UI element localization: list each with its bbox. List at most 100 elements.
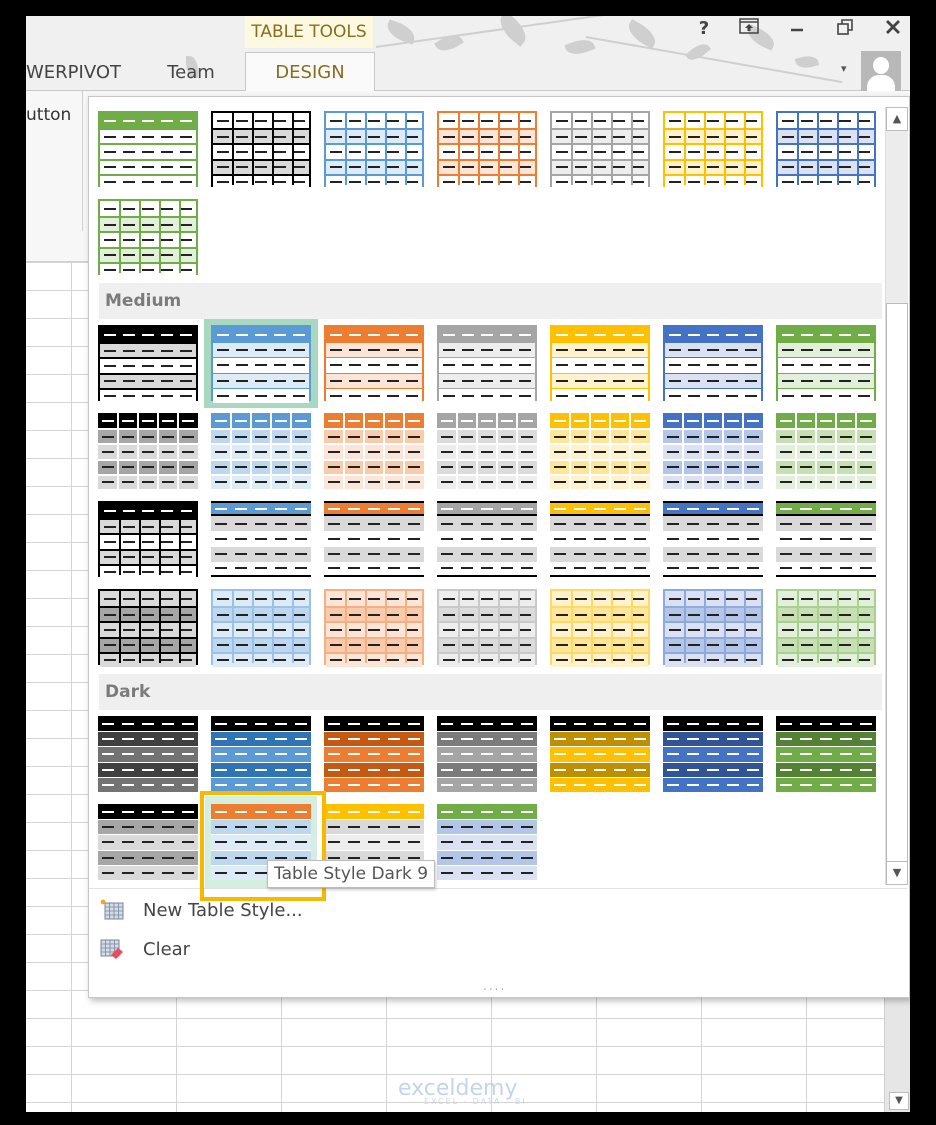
table-style-medium-12[interactable] xyxy=(550,413,650,489)
swatch-column-line xyxy=(611,113,613,185)
table-style-light-18[interactable] xyxy=(437,111,537,189)
swatch-dash xyxy=(555,119,568,122)
swatch-dash xyxy=(388,419,400,422)
gallery-scroll-thumb[interactable] xyxy=(886,303,908,865)
swatch-dash xyxy=(554,450,566,453)
table-style-dark-1[interactable] xyxy=(98,716,198,792)
table-style-medium-1[interactable] xyxy=(98,325,198,403)
swatch-dash xyxy=(295,522,307,525)
table-style-dark-6[interactable] xyxy=(663,716,763,792)
swatch-dash xyxy=(574,753,586,756)
table-style-light-19[interactable] xyxy=(550,111,650,189)
table-style-medium-8[interactable] xyxy=(98,413,198,489)
ribbon-partial-button-label[interactable]: utton xyxy=(26,105,71,125)
table-style-light-15[interactable] xyxy=(98,111,198,189)
swatch-dash xyxy=(745,119,758,122)
table-style-medium-6[interactable] xyxy=(663,325,763,403)
swatch-dash xyxy=(103,364,116,367)
table-style-light-21[interactable] xyxy=(776,111,876,189)
table-style-light-22[interactable] xyxy=(98,199,198,277)
table-style-medium-11[interactable] xyxy=(437,413,537,489)
table-style-medium-10[interactable] xyxy=(324,413,424,489)
table-style-dark-5[interactable] xyxy=(550,716,650,792)
table-style-medium-17[interactable] xyxy=(324,501,424,577)
swatch-dash xyxy=(255,738,267,741)
swatch-dash xyxy=(461,507,473,510)
swatch-dash xyxy=(819,628,832,631)
swatch-dash xyxy=(614,768,626,771)
swatch-dash xyxy=(745,597,758,600)
sheet-scroll-down-icon[interactable]: ▼ xyxy=(889,1092,909,1110)
swatch-dash xyxy=(142,783,154,786)
tab-design[interactable]: DESIGN xyxy=(245,52,375,91)
gallery-scrollbar[interactable]: ▲ ▼ xyxy=(885,107,908,885)
swatch-dash xyxy=(858,150,871,153)
user-avatar[interactable] xyxy=(861,51,901,91)
table-style-light-20[interactable] xyxy=(663,111,763,189)
table-style-medium-16[interactable] xyxy=(211,501,311,577)
swatch-dash xyxy=(295,738,307,741)
table-style-medium-28[interactable] xyxy=(776,589,876,667)
swatch-dash xyxy=(441,553,453,556)
swatch-dash xyxy=(519,135,532,138)
table-style-medium-3[interactable] xyxy=(324,325,424,403)
help-icon[interactable]: ? xyxy=(691,18,717,39)
swatch-dash xyxy=(141,628,154,631)
table-style-dark-2[interactable] xyxy=(211,716,311,792)
table-style-dark-8[interactable] xyxy=(98,804,198,880)
swatch-dash xyxy=(819,613,832,616)
swatch-row xyxy=(663,716,763,732)
gallery-scroll-down-icon[interactable]: ▼ xyxy=(886,861,908,885)
tab-team[interactable]: Team xyxy=(156,54,226,90)
table-style-medium-26[interactable] xyxy=(550,589,650,667)
swatch-dash xyxy=(614,435,626,438)
table-style-medium-24[interactable] xyxy=(324,589,424,667)
table-style-dark-11[interactable] xyxy=(437,804,537,880)
restore-icon[interactable] xyxy=(832,18,858,41)
swatch-dash xyxy=(614,753,626,756)
minimize-icon[interactable] xyxy=(784,18,810,39)
table-style-medium-20[interactable] xyxy=(663,501,763,577)
swatch-dash xyxy=(348,522,360,525)
table-style-dark-3[interactable] xyxy=(324,716,424,792)
swatch-dash xyxy=(860,450,872,453)
resize-grip[interactable]: .... xyxy=(483,979,506,993)
swatch-dash xyxy=(162,783,174,786)
table-style-dark-7[interactable] xyxy=(776,716,876,792)
gallery-scroll-up-icon[interactable]: ▲ xyxy=(886,107,908,131)
table-style-medium-7[interactable] xyxy=(776,325,876,403)
swatch-row xyxy=(326,606,422,622)
table-style-medium-22[interactable] xyxy=(98,589,198,667)
table-style-medium-27[interactable] xyxy=(663,589,763,667)
table-style-medium-18[interactable] xyxy=(437,501,537,577)
menu-item-clear[interactable]: Clear xyxy=(99,934,190,964)
table-style-medium-19[interactable] xyxy=(550,501,650,577)
table-style-medium-9[interactable] xyxy=(211,413,311,489)
swatch-dash xyxy=(687,349,700,352)
swatch-row xyxy=(665,606,761,622)
table-style-medium-2[interactable] xyxy=(211,325,311,403)
swatch-dash xyxy=(860,466,872,469)
table-style-medium-5[interactable] xyxy=(550,325,650,403)
swatch-dash xyxy=(442,379,455,382)
table-style-medium-14[interactable] xyxy=(776,413,876,489)
tab-powerpivot[interactable]: WERPIVOT xyxy=(26,54,126,90)
swatch-row xyxy=(776,428,876,444)
swatch-row xyxy=(552,158,648,174)
table-style-medium-15[interactable] xyxy=(98,501,198,579)
table-style-light-16[interactable] xyxy=(211,111,311,189)
table-style-medium-23[interactable] xyxy=(211,589,311,667)
table-style-medium-25[interactable] xyxy=(437,589,537,667)
swatch-row xyxy=(552,173,648,189)
account-dropdown-icon[interactable]: ▾ xyxy=(841,62,847,75)
close-icon[interactable] xyxy=(880,18,906,41)
table-style-medium-13[interactable] xyxy=(663,413,763,489)
table-styles-gallery: Medium Dark ▲ ▼ New Table Style... Clear… xyxy=(88,96,910,998)
table-style-dark-4[interactable] xyxy=(437,716,537,792)
table-style-medium-4[interactable] xyxy=(437,325,537,403)
ribbon-display-options-icon[interactable] xyxy=(736,18,762,39)
swatch-dash xyxy=(235,435,247,438)
table-style-light-17[interactable] xyxy=(324,111,424,189)
swatch-dash xyxy=(727,722,739,725)
table-style-medium-21[interactable] xyxy=(776,501,876,577)
